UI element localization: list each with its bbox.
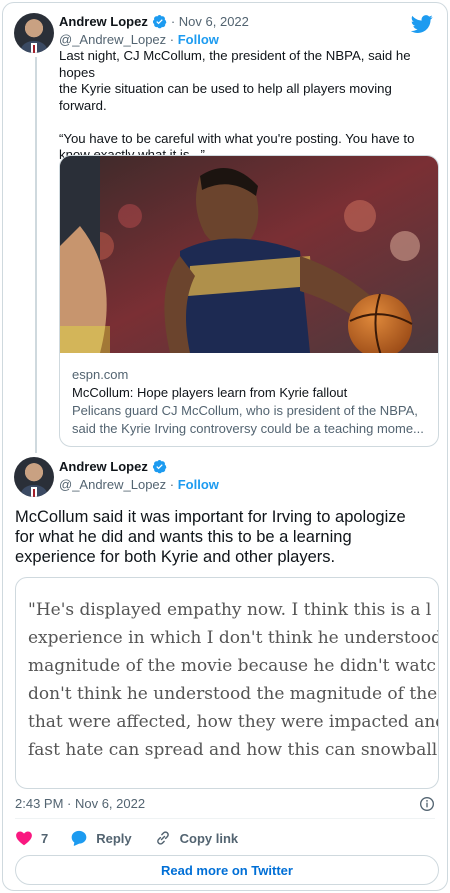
thread-connector-line xyxy=(35,57,37,453)
author-name[interactable]: Andrew Lopez xyxy=(59,14,148,29)
tweet-text: McCollum said it was important for Irvin… xyxy=(15,507,439,567)
tweet-date[interactable]: · Nov 6, 2022 xyxy=(171,14,249,29)
verified-badge-icon xyxy=(152,15,167,29)
image-text-line: magnitude of the movie because he didn't… xyxy=(28,656,436,676)
image-text-line: "He's displayed empathy now. I think thi… xyxy=(28,600,432,620)
image-text-line: that were affected, how they were impact… xyxy=(28,712,439,732)
reply-button[interactable]: Reply xyxy=(70,829,132,847)
author-row: Andrew Lopez xyxy=(59,459,167,474)
attached-image-text: "He's displayed empathy now. I think thi… xyxy=(28,596,439,764)
follow-button[interactable]: Follow xyxy=(178,32,219,47)
tweet-text-line: Last night, CJ McCollum, the president o… xyxy=(59,48,411,80)
copy-link-label: Copy link xyxy=(179,830,239,846)
avatar[interactable] xyxy=(14,457,54,497)
tweet-text-line: the Kyrie situation can be used to help … xyxy=(59,81,392,96)
reply-bubble-icon xyxy=(71,830,87,846)
link-preview-image xyxy=(60,156,438,353)
image-text-line: don't think he understood the magnitude … xyxy=(28,684,438,704)
follow-button[interactable]: Follow xyxy=(178,477,219,492)
divider xyxy=(15,818,435,819)
tweet-text-line: McCollum said it was important for Irvin… xyxy=(15,508,406,526)
like-count: 7 xyxy=(41,830,49,846)
tweet-text: Last night, CJ McCollum, the president o… xyxy=(59,48,444,164)
separator-dot: · xyxy=(166,32,178,47)
separator-dot: · xyxy=(166,477,178,492)
heart-icon xyxy=(16,831,32,846)
like-button[interactable]: 7 xyxy=(15,829,48,847)
author-name[interactable]: Andrew Lopez xyxy=(59,459,148,474)
tweet-timestamp[interactable]: 2:43 PM · Nov 6, 2022 xyxy=(15,796,145,811)
handle-row: @_Andrew_Lopez · Follow xyxy=(59,32,219,47)
link-icon xyxy=(156,831,169,845)
image-text-line: fast hate can spread and how this can sn… xyxy=(28,740,438,760)
link-description-line: said the Kyrie Irving controversy could … xyxy=(72,421,424,436)
link-preview-body: espn.com McCollum: Hope players learn fr… xyxy=(72,366,426,438)
attached-image[interactable]: "He's displayed empathy now. I think thi… xyxy=(15,577,439,789)
tweet-embed-card: Andrew Lopez · Nov 6, 2022 @_Andrew_Lope… xyxy=(2,2,448,891)
info-icon[interactable] xyxy=(419,796,435,812)
tweet-text-line: “You have to be careful with what you're… xyxy=(59,130,415,146)
reply-label: Reply xyxy=(96,830,132,846)
action-bar: 7 Reply Copy link xyxy=(15,829,260,847)
link-preview-card[interactable]: espn.com McCollum: Hope players learn fr… xyxy=(59,155,439,447)
author-handle[interactable]: @_Andrew_Lopez xyxy=(59,32,166,47)
verified-badge-icon xyxy=(152,460,167,474)
link-description-line: Pelicans guard CJ McCollum, who is presi… xyxy=(72,403,418,418)
copy-link-button[interactable]: Copy link xyxy=(154,829,239,847)
tweet-text-line: experience for both Kyrie and other play… xyxy=(15,548,336,566)
tweet-text-line: forward. xyxy=(59,97,107,113)
tweet-text-line: for what he did and wants this to be a l… xyxy=(15,528,352,546)
twitter-bird-icon[interactable] xyxy=(411,13,433,35)
author-handle[interactable]: @_Andrew_Lopez xyxy=(59,477,166,492)
link-domain: espn.com xyxy=(72,367,129,382)
tweet-text-line xyxy=(59,114,444,131)
handle-row: @_Andrew_Lopez · Follow xyxy=(59,477,219,492)
link-title: McCollum: Hope players learn from Kyrie … xyxy=(72,385,348,400)
read-more-button[interactable]: Read more on Twitter xyxy=(15,855,439,885)
author-row: Andrew Lopez · Nov 6, 2022 xyxy=(59,14,249,29)
avatar[interactable] xyxy=(14,13,54,53)
image-text-line: experience in which I don't think he und… xyxy=(28,628,439,648)
